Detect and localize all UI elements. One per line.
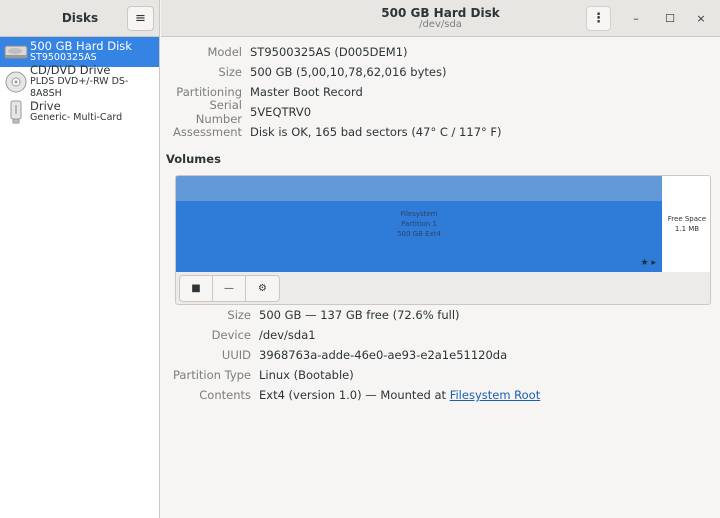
partition-settings-button[interactable]: ⚙ — [246, 276, 279, 301]
free-space-title: Free Space — [667, 215, 707, 223]
prop-value: /dev/sda1 — [259, 328, 316, 342]
minus-icon: — — [224, 283, 234, 294]
vol-prop-size: Size 500 GB — 137 GB free (72.6% full) — [161, 307, 460, 323]
prop-value: Ext4 (version 1.0) — Mounted at Filesyst… — [259, 388, 540, 402]
partition-type-text: Filesystem — [400, 210, 438, 218]
partition-usage-bar — [176, 176, 662, 201]
delete-partition-button[interactable]: — — [213, 276, 246, 301]
volume-map: Filesystem Partition 1 500 GB Ext4 ★ ▸ F… — [175, 175, 711, 305]
prop-label: Partition Type — [173, 368, 251, 382]
prop-label: Contents — [199, 388, 251, 402]
sidebar-header: Disks ≡ — [0, 0, 159, 37]
hard-disk-icon — [3, 40, 28, 65]
drive-options-button[interactable]: ⋮ — [586, 6, 611, 31]
gears-icon: ⚙ — [258, 283, 267, 294]
prop-value: 3968763a-adde-46e0-ae93-e2a1e51120da — [259, 348, 508, 362]
disk-details: Model ST9500325AS (D005DEM1) Size 500 GB… — [161, 38, 720, 518]
prop-value: 5VEQTRV0 — [250, 105, 312, 119]
minimize-icon: – — [633, 11, 639, 25]
vol-prop-uuid: UUID 3968763a-adde-46e0-ae93-e2a1e51120d… — [161, 347, 507, 363]
prop-value: 500 GB (5,00,10,78,62,016 bytes) — [250, 65, 447, 79]
prop-size: Size 500 GB (5,00,10,78,62,016 bytes) — [161, 64, 446, 80]
optical-drive-icon — [3, 70, 28, 95]
partition-label: Filesystem Partition 1 500 GB Ext4 — [176, 209, 662, 239]
prop-label: Size — [218, 65, 242, 79]
prop-label: UUID — [221, 348, 251, 362]
volume-toolbar: ■ — ⚙ — [179, 275, 280, 302]
prop-assessment: Assessment Disk is OK, 165 bad sectors (… — [161, 124, 502, 140]
volumes-heading: Volumes — [166, 152, 221, 166]
mount-point-link[interactable]: Filesystem Root — [450, 388, 541, 402]
usb-drive-icon — [3, 100, 28, 125]
contents-text: Ext4 (version 1.0) — Mounted at — [259, 388, 450, 402]
partition-number-text: Partition 1 — [401, 220, 437, 228]
unmount-button[interactable]: ■ — [180, 276, 213, 301]
prop-label: Assessment — [173, 125, 242, 139]
close-icon: × — [696, 11, 706, 25]
free-space-label: Free Space 1.1 MB — [662, 214, 710, 234]
prop-value: Master Boot Record — [250, 85, 363, 99]
vol-prop-partition-type: Partition Type Linux (Bootable) — [161, 367, 354, 383]
vol-prop-device: Device /dev/sda1 — [161, 327, 316, 343]
vol-prop-contents: Contents Ext4 (version 1.0) — Mounted at… — [161, 387, 540, 403]
hamburger-menu-icon: ≡ — [135, 11, 146, 26]
app-menu-button[interactable]: ≡ — [127, 6, 154, 31]
prop-value: 500 GB — 137 GB free (72.6% full) — [259, 308, 460, 322]
disk-list-item-cd-dvd[interactable]: CD/DVD Drive PLDS DVD+/-RW DS-8A8SH — [0, 63, 159, 99]
prop-label: Size — [227, 308, 251, 322]
free-space-size: 1.1 MB — [674, 225, 700, 233]
partition-size-text: 500 GB Ext4 — [397, 230, 441, 238]
close-button[interactable]: × — [691, 8, 711, 28]
prop-value: Disk is OK, 165 bad sectors (47° C / 117… — [250, 125, 502, 139]
prop-label: Device — [211, 328, 251, 342]
prop-label: Partitioning — [176, 85, 242, 99]
disk-name: Drive — [30, 99, 61, 113]
prop-label: Serial Number — [195, 98, 242, 126]
mounted-star-icon: ★ ▸ — [640, 258, 656, 268]
kebab-menu-icon: ⋮ — [592, 11, 605, 26]
partition-1-block[interactable]: Filesystem Partition 1 500 GB Ext4 ★ ▸ — [176, 176, 662, 272]
disk-name: CD/DVD Drive — [30, 63, 111, 77]
sidebar: Disks ≡ 500 GB Hard Disk ST9500325AS CD/… — [0, 0, 160, 518]
disk-name: 500 GB Hard Disk — [30, 39, 132, 53]
maximize-button[interactable]: ☐ — [660, 8, 680, 28]
disk-list-item-drive[interactable]: Drive Generic- Multi-Card — [0, 97, 159, 127]
prop-model: Model ST9500325AS (D005DEM1) — [161, 44, 408, 60]
header-bar: 500 GB Hard Disk /dev/sda ⋮ – ☐ × — [161, 0, 720, 37]
prop-value: Linux (Bootable) — [259, 368, 354, 382]
stop-icon: ■ — [191, 283, 201, 294]
disk-model: Generic- Multi-Card — [30, 112, 123, 123]
prop-serial-number: Serial Number 5VEQTRV0 — [161, 98, 312, 126]
minimize-button[interactable]: – — [626, 8, 646, 28]
prop-value: ST9500325AS (D005DEM1) — [250, 45, 408, 59]
prop-label: Model — [207, 45, 242, 59]
free-space-block[interactable]: Free Space 1.1 MB — [662, 176, 710, 272]
maximize-icon: ☐ — [665, 11, 675, 25]
